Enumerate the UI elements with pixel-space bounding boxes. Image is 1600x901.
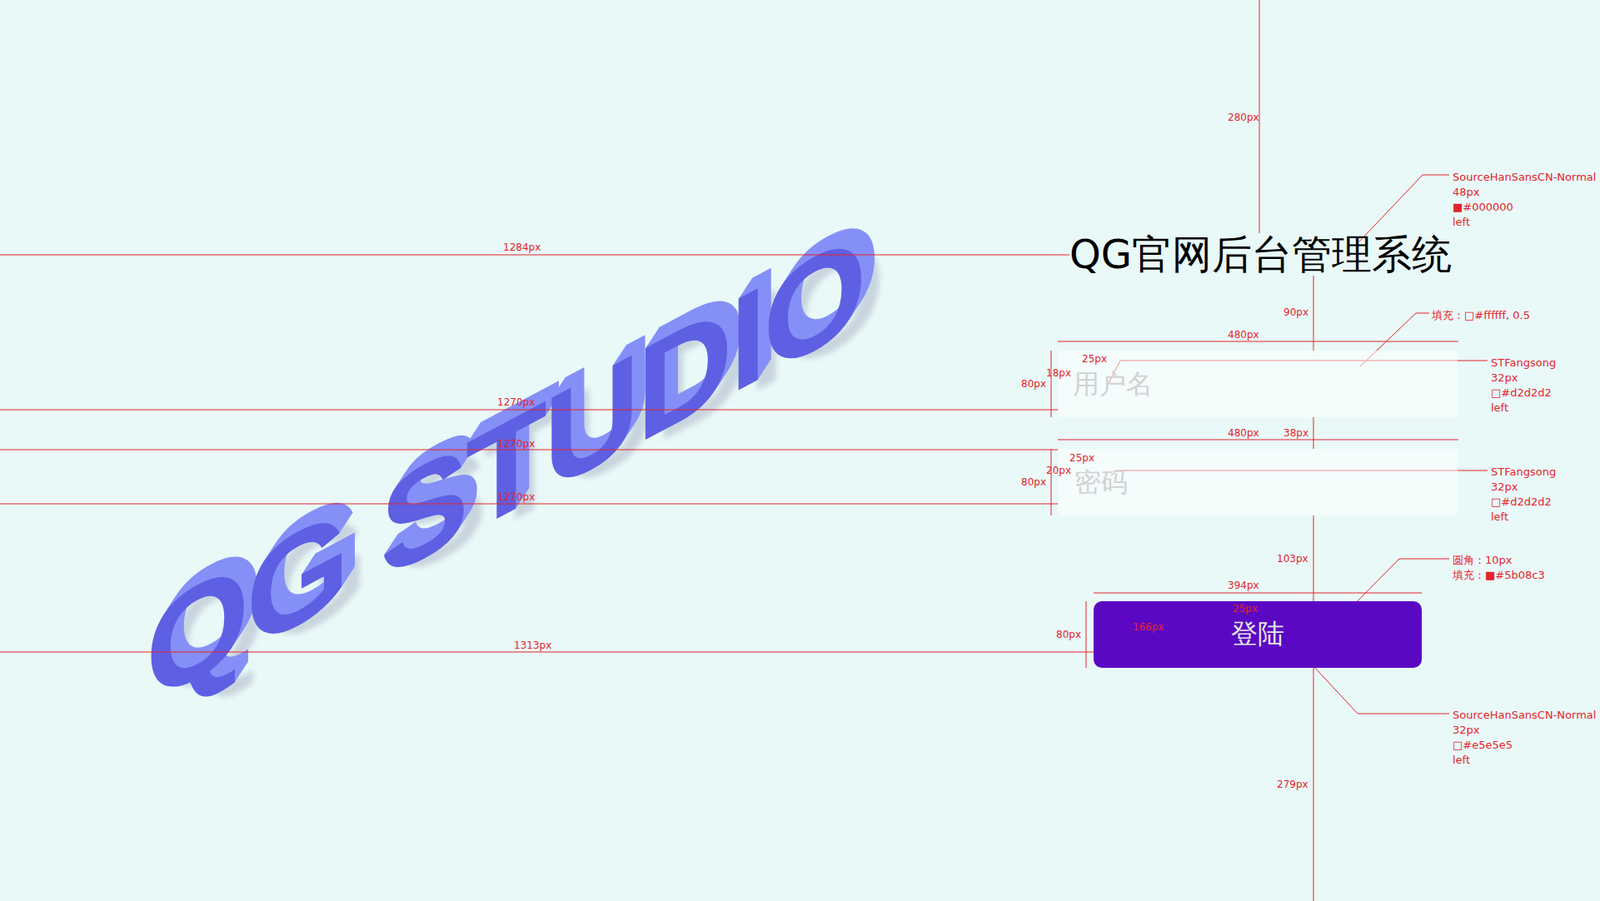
login-page: QG STUDIO QG官网后台管理系统登陆 280px 1284px 90px 480p… [0,0,1600,901]
spec-note-line: 32px [1490,370,1556,386]
spec-note-line: □#e5e5e5 [1452,737,1596,753]
dimension-label: 1270px [497,396,535,409]
spec-note-line: 圆角：10px [1452,553,1546,569]
dimension-label: 38px [1283,427,1309,439]
spec-note-line: □#d2d2d2 [1490,494,1556,510]
spec-note-line: left [1490,400,1556,416]
login-input[interactable] [1057,448,1458,516]
dimension-label: 103px [1276,553,1309,565]
spec-note-line: left [1490,509,1556,525]
spec-note: 圆角：10px填充：■#5b08c3 [1452,553,1546,584]
studio-logo: QG STUDIO [145,211,864,727]
dimension-label: 80px [1056,628,1082,641]
spec-note-line: STFangsong [1490,355,1556,371]
spec-note-line: ■#000000 [1452,199,1596,215]
spec-note: STFangsong32px□#d2d2d2left [1490,464,1556,525]
dimension-label: 279px [1276,778,1309,791]
spec-note-line: STFangsong [1490,464,1556,480]
spec-note-line: 48px [1452,184,1596,200]
dimension-label: 25px [1081,353,1107,365]
dimension-label: 1270px [497,491,535,504]
login-button[interactable]: 登陆 [1093,601,1422,668]
dimension-label: 280px [1227,111,1260,124]
spec-note: SourceHanSansCN-Normal48px■#000000left [1452,169,1596,230]
login-input[interactable] [1057,350,1458,418]
spec-note-line: 填充：□#ffffff, 0.5 [1431,308,1531,324]
dimension-label: 90px [1283,306,1309,319]
system-title: QG官网后台管理系统 [1069,233,1452,276]
dimension-label: 20px [1046,464,1072,477]
spec-note: 填充：□#ffffff, 0.5 [1431,308,1531,324]
spec-note-line: □#d2d2d2 [1490,385,1556,401]
dimension-label: 80px [1021,476,1047,489]
spec-note: STFangsong32px□#d2d2d2left [1490,355,1556,416]
dimension-label: 1284px [503,241,541,254]
spec-note-line: 填充：■#5b08c3 [1452,568,1546,584]
dimension-label: 18px [1046,367,1072,379]
dimension-label: 166px [1132,621,1165,634]
dimension-label: 25px [1069,452,1095,464]
dimension-label: 1313px [513,639,552,652]
spec-note-line: left [1452,752,1596,768]
dimension-label: 1270px [497,438,535,450]
dimension-label: 25px [1232,603,1258,615]
spec-note-line: SourceHanSansCN-Normal [1452,707,1596,723]
dimension-label: 480px [1227,328,1260,341]
dimension-label: 394px [1227,579,1260,592]
spec-note-line: 32px [1452,722,1596,738]
spec-note-line: 32px [1490,479,1556,495]
spec-note-line: SourceHanSansCN-Normal [1452,169,1596,185]
spec-note: SourceHanSansCN-Normal32px□#e5e5e5left [1452,707,1596,768]
dimension-label: 480px [1227,427,1260,439]
dimension-label: 80px [1021,378,1047,390]
spec-note-line: left [1452,214,1596,230]
